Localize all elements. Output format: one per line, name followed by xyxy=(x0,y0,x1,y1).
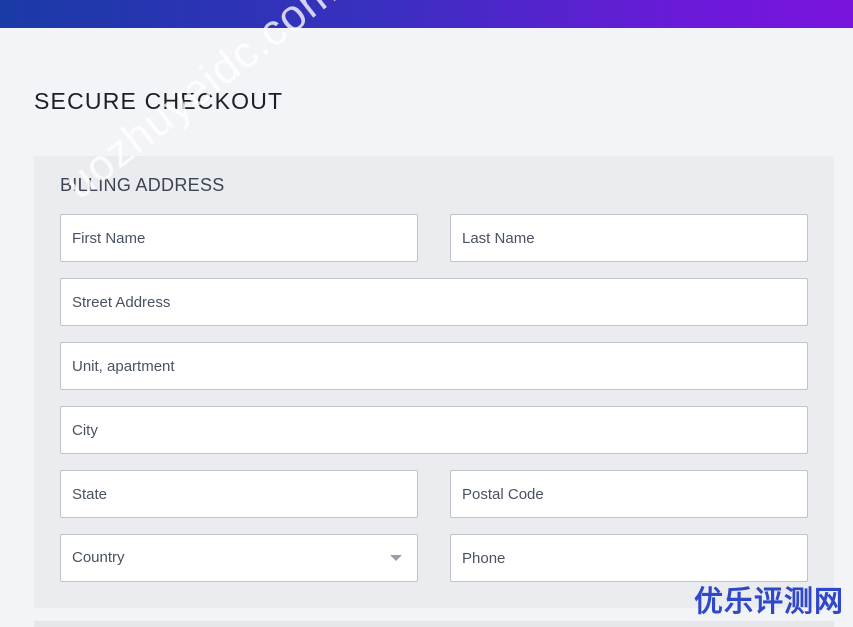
phone-field xyxy=(450,534,808,582)
chevron-down-icon xyxy=(390,555,402,561)
phone-input[interactable] xyxy=(451,535,807,581)
street-address-field xyxy=(60,278,808,326)
first-name-input[interactable] xyxy=(61,215,417,261)
city-input[interactable] xyxy=(61,407,807,453)
unit-apartment-field xyxy=(60,342,808,390)
header-gradient-bar xyxy=(0,0,853,28)
city-field xyxy=(60,406,808,454)
page-title: SECURE CHECKOUT xyxy=(34,88,284,114)
state-field xyxy=(60,470,418,518)
postal-code-input[interactable] xyxy=(451,471,807,517)
last-name-input[interactable] xyxy=(451,215,807,261)
postal-code-field xyxy=(450,470,808,518)
next-section-edge xyxy=(34,621,834,627)
last-name-field xyxy=(450,214,808,262)
billing-address-panel: BILLING ADDRESS Country xyxy=(34,156,834,608)
country-select[interactable]: Country xyxy=(60,534,418,582)
billing-section-title: BILLING ADDRESS xyxy=(60,175,225,195)
state-input[interactable] xyxy=(61,471,417,517)
country-select-value: Country xyxy=(72,549,125,566)
first-name-field xyxy=(60,214,418,262)
street-address-input[interactable] xyxy=(61,279,807,325)
unit-apartment-input[interactable] xyxy=(61,343,807,389)
